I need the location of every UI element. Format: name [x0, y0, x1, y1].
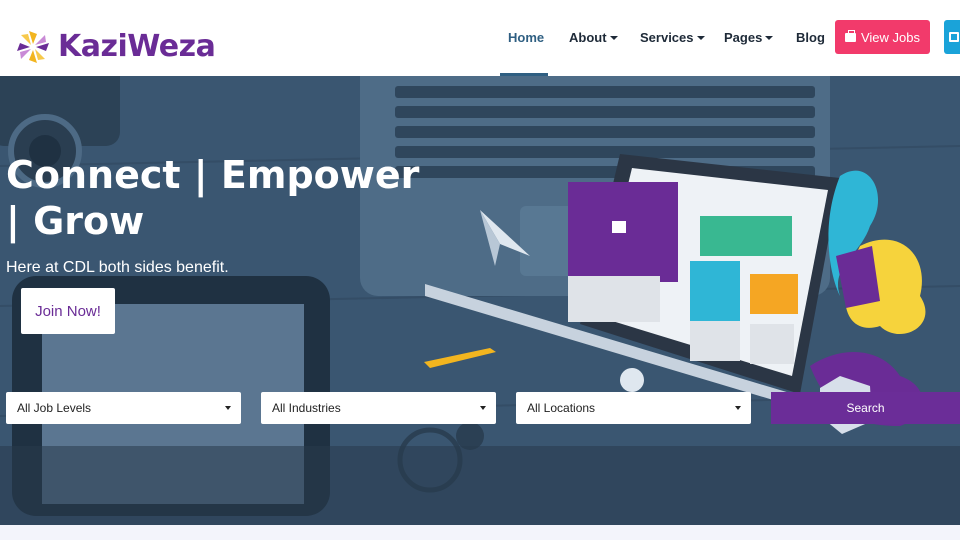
industry-select[interactable]: All Industries [261, 392, 496, 424]
plus-square-icon [949, 32, 959, 42]
nav-blog[interactable]: Blog [796, 30, 825, 45]
hero-section: Connect | Empower | Grow Here at CDL bot… [0, 76, 960, 525]
nav-blog-label: Blog [796, 30, 825, 45]
hero-headline: Connect | Empower | Grow [6, 153, 420, 243]
search-button[interactable]: Search [771, 392, 960, 424]
view-jobs-button[interactable]: View Jobs [835, 20, 930, 54]
chevron-down-icon [765, 35, 774, 40]
industry-value: All Industries [272, 401, 341, 415]
join-now-button[interactable]: Join Now! [21, 288, 115, 334]
job-search-bar [0, 446, 960, 525]
nav-home-label: Home [508, 30, 545, 45]
site-header: KaziWeza Home About Services Pages Blog … [0, 0, 960, 76]
dropdown-arrow-icon [225, 406, 231, 410]
view-jobs-label: View Jobs [860, 29, 920, 45]
job-level-select[interactable]: All Job Levels [6, 392, 241, 424]
chevron-down-icon [696, 35, 705, 40]
nav-pages[interactable]: Pages [724, 30, 774, 45]
hero-subline: Here at CDL both sides benefit. [6, 259, 229, 276]
job-level-value: All Job Levels [17, 401, 92, 415]
nav-services[interactable]: Services [640, 30, 705, 45]
briefcase-icon [844, 29, 856, 42]
nav-pages-label: Pages [724, 30, 763, 45]
page-content-strip [0, 525, 960, 540]
secondary-header-button[interactable] [944, 20, 960, 54]
dropdown-arrow-icon [735, 406, 741, 410]
location-select[interactable]: All Locations [516, 392, 751, 424]
brand-logo[interactable]: KaziWeza [14, 28, 216, 66]
nav-services-label: Services [640, 30, 694, 45]
nav-home[interactable]: Home [508, 30, 544, 45]
brand-name: KaziWeza [58, 29, 216, 64]
dropdown-arrow-icon [480, 406, 486, 410]
logo-pinwheel-icon [14, 28, 52, 66]
chevron-down-icon [609, 35, 618, 40]
nav-about-label: About [569, 30, 607, 45]
nav-about[interactable]: About [569, 30, 618, 45]
location-value: All Locations [527, 401, 596, 415]
